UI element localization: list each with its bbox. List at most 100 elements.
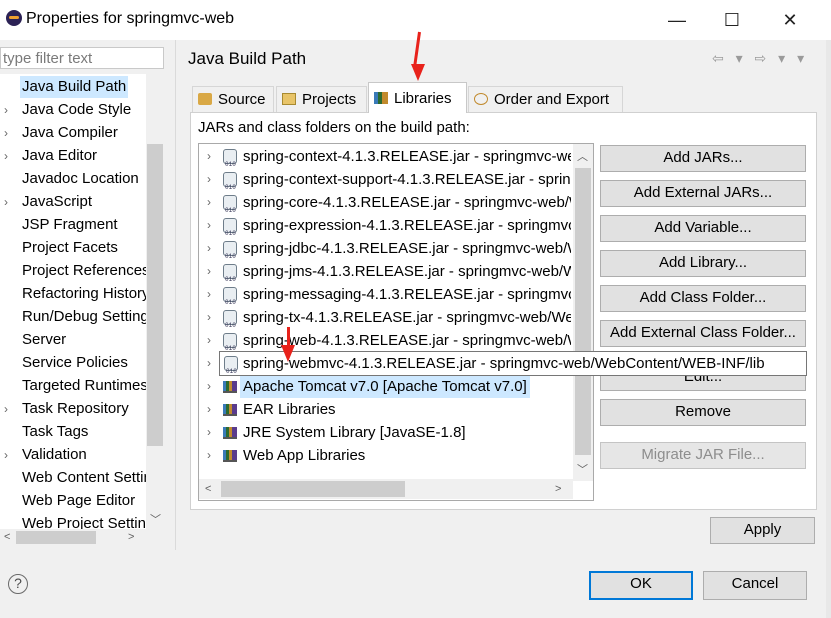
- ok-button[interactable]: OK: [589, 571, 693, 600]
- add-library-button[interactable]: Add Library...: [600, 250, 806, 277]
- sidebar-item-label: Task Tags: [22, 423, 89, 440]
- sidebar-item[interactable]: › JavaScript: [0, 191, 146, 213]
- sidebar-item[interactable]: Refactoring History: [0, 283, 146, 305]
- expand-chevron-icon[interactable]: ›: [4, 99, 16, 121]
- expand-chevron-icon[interactable]: ›: [4, 191, 16, 213]
- tree-scroll-down-icon[interactable]: ﹀: [577, 461, 588, 477]
- sidebar-item[interactable]: Server: [0, 329, 146, 351]
- filter-box: [0, 47, 164, 69]
- tree-scroll-thumb[interactable]: [575, 168, 591, 455]
- jar-entry[interactable]: › spring-core-4.1.3.RELEASE.jar - springm…: [199, 191, 571, 214]
- expand-chevron-icon[interactable]: ›: [207, 214, 211, 237]
- window-title: Properties for springmvc-web: [26, 10, 235, 27]
- expand-chevron-icon[interactable]: ›: [4, 398, 16, 420]
- tab-libraries[interactable]: Libraries: [368, 82, 467, 113]
- jar-entry[interactable]: › spring-jms-4.1.3.RELEASE.jar - springmv…: [199, 260, 571, 283]
- maximize-button[interactable]: ☐: [717, 8, 747, 32]
- sidebar-item-label: Server: [22, 331, 67, 348]
- sidebar-item[interactable]: Targeted Runtimes: [0, 375, 146, 397]
- expand-chevron-icon[interactable]: ›: [207, 444, 211, 467]
- jar-entry[interactable]: › spring-messaging-4.1.3.RELEASE.jar - sp…: [199, 283, 571, 306]
- nav-hscroll-thumb[interactable]: [16, 531, 96, 544]
- add-variable-button[interactable]: Add Variable...: [600, 215, 806, 242]
- history-nav-icons[interactable]: ⇦ ▾ ⇨ ▾ ▾: [712, 50, 808, 67]
- sidebar-item-label: Task Repository: [22, 400, 129, 417]
- library-entry[interactable]: › EAR Libraries: [199, 398, 571, 421]
- sidebar-item[interactable]: › Validation: [0, 444, 146, 466]
- source-folder-icon: [198, 93, 212, 105]
- sidebar-item[interactable]: › Java Compiler: [0, 122, 146, 144]
- pane-divider[interactable]: [175, 40, 176, 550]
- sidebar-item[interactable]: JSP Fragment: [0, 214, 146, 236]
- library-entry[interactable]: › Apache Tomcat v7.0 [Apache Tomcat v7.0]: [199, 375, 571, 398]
- expand-chevron-icon[interactable]: ›: [207, 306, 211, 329]
- sidebar-item[interactable]: Web Page Editor: [0, 490, 146, 512]
- add-external-class-folder-button[interactable]: Add External Class Folder...: [600, 320, 806, 347]
- expand-chevron-icon[interactable]: ›: [207, 260, 211, 283]
- expand-chevron-icon[interactable]: ›: [207, 283, 211, 306]
- sidebar-item-label: Java Editor: [22, 147, 98, 164]
- expand-chevron-icon[interactable]: ›: [4, 145, 16, 167]
- tree-scroll-right-icon[interactable]: >: [555, 483, 561, 495]
- jar-entry[interactable]: › spring-jdbc-4.1.3.RELEASE.jar - springm…: [199, 237, 571, 260]
- tree-scroll-left-icon[interactable]: <: [205, 483, 211, 495]
- expand-chevron-icon[interactable]: ›: [4, 122, 16, 144]
- jar-entry[interactable]: › spring-tx-4.1.3.RELEASE.jar - springmvc…: [199, 306, 571, 329]
- filter-input[interactable]: [3, 49, 163, 67]
- expand-chevron-icon[interactable]: ›: [207, 237, 211, 260]
- library-entry[interactable]: › Web App Libraries: [199, 444, 571, 467]
- sidebar-item[interactable]: Service Policies: [0, 352, 146, 374]
- remove-button[interactable]: Remove: [600, 399, 806, 426]
- cancel-button[interactable]: Cancel: [703, 571, 807, 600]
- sidebar-item[interactable]: Task Tags: [0, 421, 146, 443]
- expand-chevron-icon[interactable]: ›: [207, 168, 211, 191]
- jar-icon: [223, 287, 237, 306]
- expand-chevron-icon[interactable]: ›: [207, 191, 211, 214]
- tab-source[interactable]: Source: [192, 86, 274, 112]
- add-class-folder-button[interactable]: Add Class Folder...: [600, 285, 806, 312]
- sidebar-item[interactable]: Run/Debug Settings: [0, 306, 146, 328]
- nav-scroll-left-icon[interactable]: <: [4, 531, 10, 543]
- tab-order-export[interactable]: Order and Export: [468, 86, 623, 112]
- add-external-jars-button[interactable]: Add External JARs...: [600, 180, 806, 207]
- nav-scroll-thumb[interactable]: [147, 144, 163, 446]
- tree-hscroll-thumb[interactable]: [221, 481, 405, 497]
- minimize-button[interactable]: —: [662, 8, 692, 32]
- sidebar-item[interactable]: Web Project Settings: [0, 513, 146, 529]
- sidebar-item[interactable]: › Java Code Style: [0, 99, 146, 121]
- build-path-label: JARs and class folders on the build path…: [198, 119, 470, 136]
- tree-scroll-up-icon[interactable]: ︿: [577, 148, 588, 164]
- add-jars-button[interactable]: Add JARs...: [600, 145, 806, 172]
- entry-label: spring-messaging-4.1.3.RELEASE.jar - spr…: [243, 286, 571, 303]
- expand-chevron-icon[interactable]: ›: [207, 421, 211, 444]
- jar-icon: [223, 310, 237, 329]
- jar-icon: [223, 195, 237, 214]
- jar-entry[interactable]: › spring-context-support-4.1.3.RELEASE.ja…: [199, 168, 571, 191]
- apply-button[interactable]: Apply: [710, 517, 815, 544]
- close-button[interactable]: ✕: [775, 8, 805, 32]
- expand-chevron-icon[interactable]: ›: [207, 329, 211, 352]
- sidebar-item[interactable]: Project Facets: [0, 237, 146, 259]
- nav-scroll-down-icon[interactable]: ﹀: [150, 511, 161, 527]
- nav-scroll-right-icon[interactable]: >: [128, 531, 134, 543]
- sidebar-item[interactable]: › Task Repository: [0, 398, 146, 420]
- entry-label: Apache Tomcat v7.0 [Apache Tomcat v7.0]: [240, 375, 530, 398]
- expand-chevron-icon[interactable]: ›: [207, 145, 211, 168]
- sidebar-item[interactable]: Web Content Settings: [0, 467, 146, 489]
- jar-entry[interactable]: › spring-expression-4.1.3.RELEASE.jar - s…: [199, 214, 571, 237]
- sidebar-item[interactable]: › Java Editor: [0, 145, 146, 167]
- library-entry[interactable]: › JRE System Library [JavaSE-1.8]: [199, 421, 571, 444]
- expand-chevron-icon[interactable]: ›: [207, 398, 211, 421]
- expand-chevron-icon[interactable]: ›: [207, 375, 211, 398]
- jar-entry[interactable]: › spring-context-4.1.3.RELEASE.jar - spri…: [199, 145, 571, 168]
- expand-chevron-icon[interactable]: ›: [4, 444, 16, 466]
- sidebar-item[interactable]: Javadoc Location: [0, 168, 146, 190]
- jar-entry[interactable]: ›spring-web-4.1.3.RELEASE.jar - springmv…: [199, 329, 571, 352]
- page-title: Java Build Path: [188, 49, 307, 68]
- sidebar-item[interactable]: Java Build Path: [0, 76, 146, 98]
- expand-chevron-icon[interactable]: ›: [207, 352, 211, 375]
- migrate-jar-button[interactable]: Migrate JAR File...: [600, 442, 806, 469]
- help-icon[interactable]: ?: [8, 574, 28, 594]
- tab-projects[interactable]: Projects: [276, 86, 367, 112]
- sidebar-item[interactable]: Project References: [0, 260, 146, 282]
